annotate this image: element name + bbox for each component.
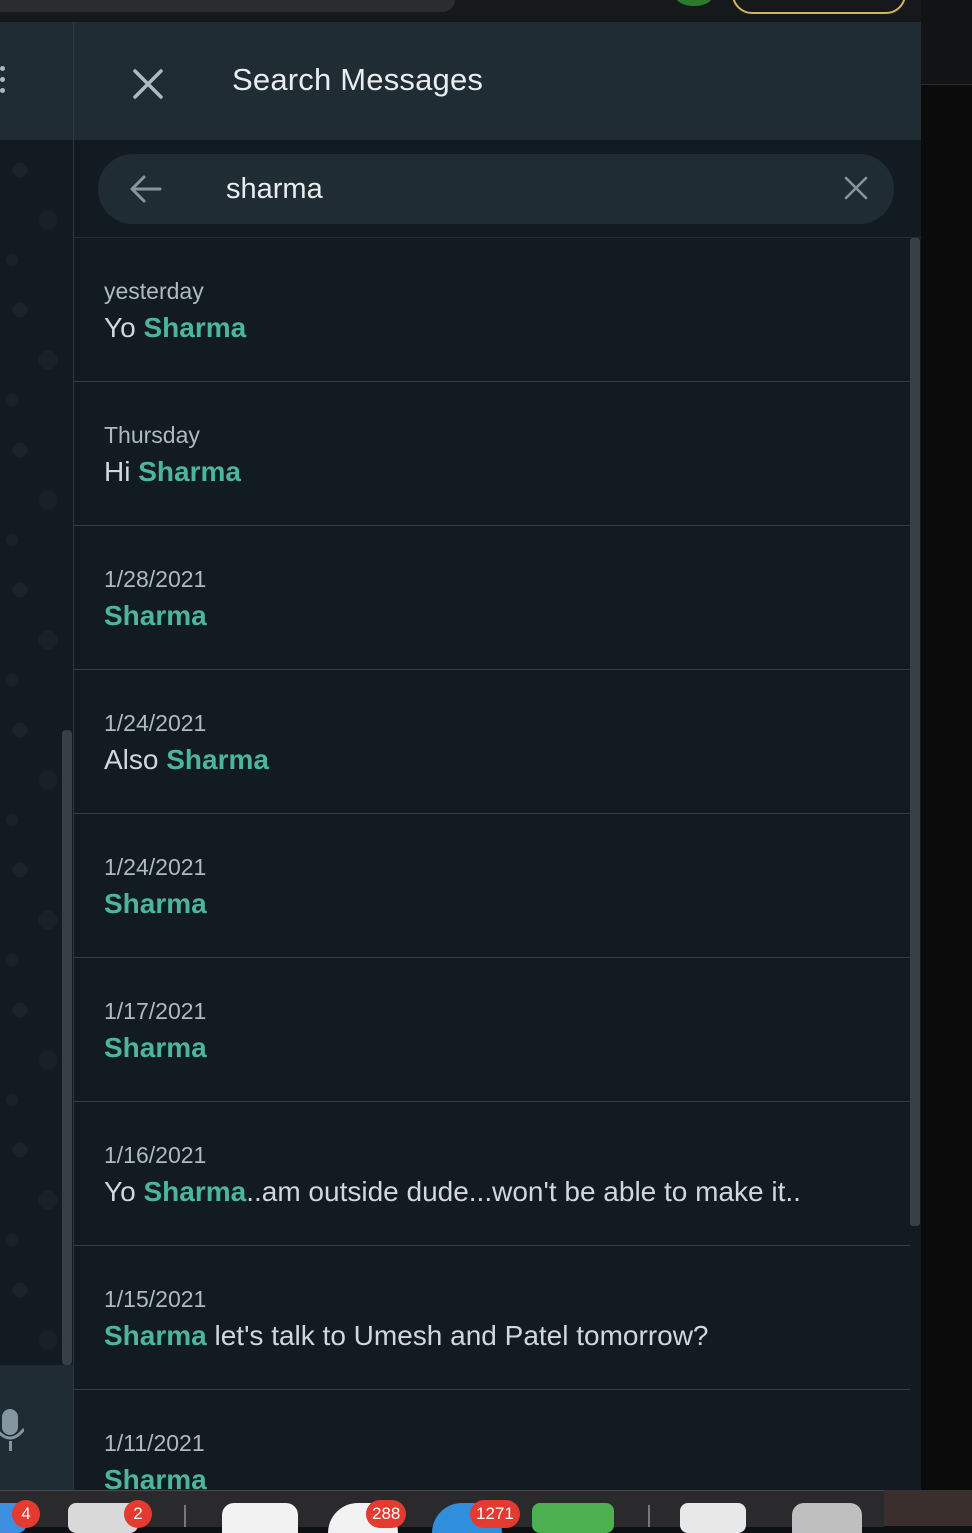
dock-app-mail[interactable]: 4 (0, 1500, 40, 1533)
dock-app-telegram[interactable]: 1271 (432, 1500, 520, 1533)
result-match-highlight: Sharma (104, 1464, 207, 1490)
result-text-after: let's talk to Umesh and Patel tomorrow? (206, 1320, 709, 1351)
search-bar-area (74, 140, 921, 238)
result-match-highlight: Sharma (104, 888, 207, 919)
search-result-item[interactable]: yesterday Yo Sharma (74, 238, 910, 382)
microphone-icon[interactable] (0, 1405, 24, 1453)
search-messages-panel: Search Messages yesterdayYo SharmaThursd… (73, 22, 921, 1490)
status-dot (676, 0, 712, 6)
search-results-list: yesterday Yo Sharma Thursday Hi Sharma 1/28/… (74, 238, 910, 1490)
result-text-after: ..am outside dude...won't be able to mak… (246, 1176, 801, 1207)
dock-separator (648, 1505, 650, 1527)
search-result-item[interactable]: 1/24/2021 Sharma (74, 814, 910, 958)
right-pane-header (921, 0, 972, 85)
result-message: Sharma (104, 1032, 207, 1064)
search-input[interactable] (226, 166, 806, 212)
close-icon (133, 69, 163, 99)
result-date: 1/17/2021 (104, 998, 207, 1024)
results-scrollbar[interactable] (910, 238, 920, 1226)
address-bar[interactable] (0, 0, 455, 12)
result-message: Hi Sharma (104, 456, 241, 488)
result-match-highlight: Sharma (104, 600, 207, 631)
result-message: Sharma (104, 600, 207, 632)
result-message: Yo Sharma..am outside dude...won't be ab… (104, 1176, 801, 1208)
menu-icon[interactable] (0, 66, 5, 96)
result-date: 1/24/2021 (104, 710, 207, 736)
search-result-item[interactable]: 1/17/2021 Sharma (74, 958, 910, 1102)
result-message: Sharma (104, 888, 207, 920)
dock-separator (184, 1505, 186, 1527)
panel-title: Search Messages (232, 62, 484, 97)
clear-search-icon[interactable] (842, 174, 870, 202)
chat-pane (0, 22, 73, 1490)
result-match-highlight: Sharma (104, 1320, 207, 1351)
search-result-item[interactable]: 1/16/2021 Yo Sharma..am outside dude...wo… (74, 1102, 910, 1246)
dock-badge: 2 (124, 1500, 152, 1528)
result-text-before: Also (104, 744, 167, 775)
result-date: 1/24/2021 (104, 854, 207, 880)
dock-badge: 288 (366, 1500, 407, 1528)
search-result-item[interactable]: 1/24/2021 Also Sharma (74, 670, 910, 814)
dock-app-documents[interactable] (680, 1503, 746, 1533)
result-match-highlight: Sharma (104, 1032, 207, 1063)
search-result-item[interactable]: 1/15/2021 Sharma let's talk to Umesh and … (74, 1246, 910, 1390)
dock-app-chrome[interactable] (222, 1503, 298, 1533)
dock-app-facetime[interactable] (532, 1503, 614, 1533)
result-date: Thursday (104, 422, 200, 448)
dock-app-trash[interactable] (792, 1503, 862, 1533)
panel-header: Search Messages (74, 22, 921, 140)
close-button[interactable] (130, 66, 166, 102)
dock-shelf: 4 2 288 1271 (0, 1490, 884, 1533)
search-box[interactable] (98, 154, 894, 224)
result-match-highlight: Sharma (143, 1176, 247, 1207)
right-edge-area (921, 0, 972, 1490)
result-date: 1/11/2021 (104, 1430, 205, 1456)
result-text-before: Yo (104, 1176, 144, 1207)
result-date: 1/15/2021 (104, 1286, 207, 1312)
toolbar-pill-button[interactable] (732, 0, 906, 14)
search-result-item[interactable]: Thursday Hi Sharma (74, 382, 910, 526)
result-message: Yo Sharma (104, 312, 246, 344)
result-date: 1/16/2021 (104, 1142, 207, 1168)
dock-badge: 4 (12, 1500, 40, 1528)
back-arrow-icon[interactable] (128, 171, 164, 207)
dock-app-messages[interactable]: 288 (328, 1500, 407, 1533)
result-match-highlight: Sharma (138, 456, 241, 487)
dock-badge: 1271 (470, 1500, 520, 1528)
result-date: 1/28/2021 (104, 566, 207, 592)
result-match-highlight: Sharma (166, 744, 269, 775)
chat-header (0, 22, 73, 140)
search-result-item[interactable]: 1/28/2021 Sharma (74, 526, 910, 670)
chat-scrollbar[interactable] (62, 730, 72, 1365)
result-text-before: Yo (104, 312, 144, 343)
result-message: Also Sharma (104, 744, 269, 776)
result-message: Sharma let's talk to Umesh and Patel tom… (104, 1320, 709, 1352)
result-date: yesterday (104, 278, 204, 304)
result-message: Sharma (104, 1464, 207, 1490)
chat-footer (0, 1365, 73, 1490)
result-text-before: Hi (104, 456, 139, 487)
dock: 4 2 288 1271 (0, 1490, 972, 1533)
result-match-highlight: Sharma (143, 312, 247, 343)
search-result-item[interactable]: 1/11/2021 Sharma (74, 1390, 910, 1490)
browser-top-strip (0, 0, 972, 22)
dock-app-clock[interactable]: 2 (68, 1500, 152, 1533)
